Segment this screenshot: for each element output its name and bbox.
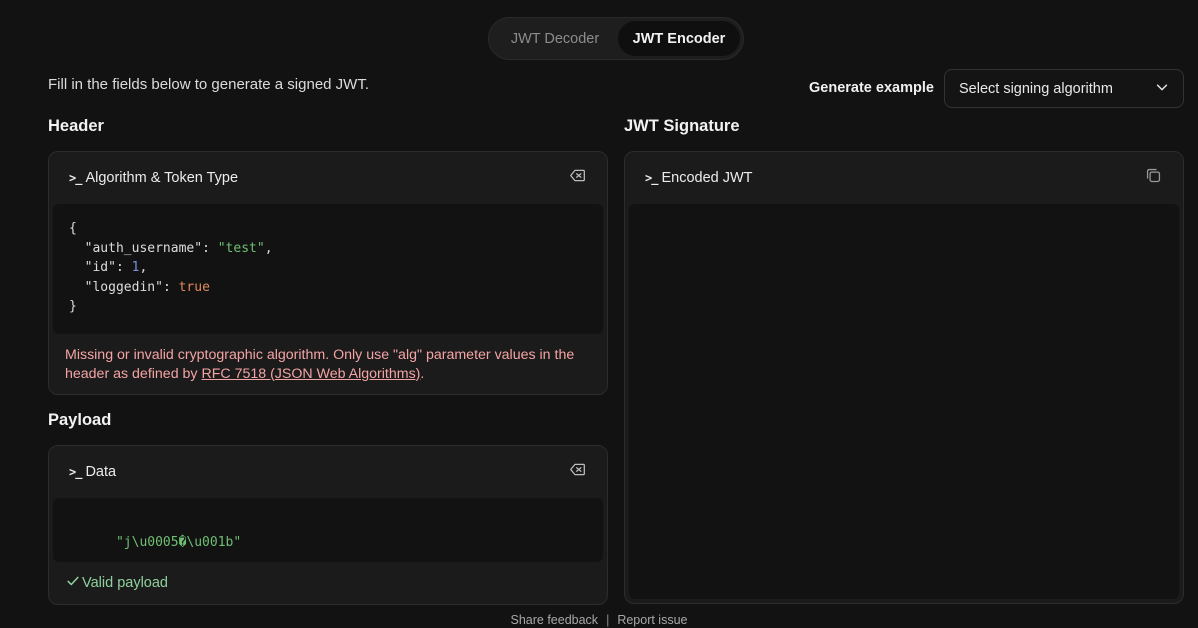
clear-header-button[interactable]: [567, 168, 587, 188]
header-section-title: Header: [48, 117, 104, 135]
payload-panel-head: >_ Data: [49, 446, 607, 498]
header-panel: >_ Algorithm & Token Type { "auth_userna…: [48, 151, 608, 395]
code-value: "test": [217, 240, 265, 256]
header-error-suffix: .: [420, 365, 425, 382]
check-icon: [66, 574, 80, 592]
copy-icon: [1145, 167, 1162, 189]
payload-status-text: Valid payload: [82, 575, 168, 591]
generate-example-label: Generate example: [809, 80, 934, 96]
signature-panel-label: Encoded JWT: [661, 170, 753, 186]
header-json-editor[interactable]: { "auth_username": "test", "id": 1, "log…: [53, 204, 603, 334]
tab-jwt-decoder[interactable]: JWT Decoder: [492, 21, 618, 56]
footer: Share feedback | Report issue: [0, 613, 1198, 627]
payload-editor[interactable]: "j\u0005�\u001b": [53, 498, 603, 562]
code-line: "id": 1,: [84, 260, 148, 276]
rfc-7518-link[interactable]: RFC 7518 (JSON Web Algorithms): [201, 366, 420, 382]
header-panel-head: >_ Algorithm & Token Type: [49, 152, 607, 204]
payload-status: Valid payload: [66, 574, 168, 592]
code-value: 1: [131, 260, 140, 276]
code-key: "loggedin": [84, 279, 163, 295]
payload-code: "j\u0005�\u001b": [115, 534, 242, 550]
payload-section-title: Payload: [48, 411, 112, 429]
payload-panel-label: Data: [85, 464, 117, 480]
intro-text: Fill in the fields below to generate a s…: [48, 76, 369, 93]
payload-panel: >_ Data "j\u0005�\u001b" Valid payload: [48, 445, 608, 605]
encoded-jwt-output[interactable]: [629, 204, 1179, 599]
header-error-message: Missing or invalid cryptographic algorit…: [65, 346, 587, 383]
code-key: "id": [84, 260, 116, 276]
header-panel-label: Algorithm & Token Type: [85, 170, 239, 186]
mode-toggle: JWT Decoder JWT Encoder: [488, 17, 744, 60]
jwt-encoder-page: JWT Decoder JWT Encoder Fill in the fiel…: [0, 0, 1198, 628]
code-value: true: [178, 279, 210, 295]
code-brace: }: [69, 299, 77, 315]
copy-jwt-button[interactable]: [1143, 168, 1163, 188]
chevron-down-icon: [1155, 80, 1169, 98]
signing-algorithm-select[interactable]: Select signing algorithm: [944, 69, 1184, 108]
tab-jwt-encoder[interactable]: JWT Encoder: [618, 21, 740, 56]
terminal-prompt-icon: >_: [645, 171, 658, 185]
signature-panel: >_ Encoded JWT: [624, 151, 1184, 604]
backspace-icon: [569, 461, 586, 483]
code-line: }: [69, 297, 587, 317]
signature-panel-head: >_ Encoded JWT: [625, 152, 1183, 204]
signature-section-title: JWT Signature: [624, 117, 740, 135]
code-key: "auth_username": [84, 240, 203, 256]
clear-payload-button[interactable]: [567, 462, 587, 482]
terminal-prompt-icon: >_: [69, 171, 82, 185]
code-line: {: [69, 219, 587, 239]
code-brace: {: [69, 221, 77, 236]
backspace-icon: [569, 167, 586, 189]
code-line: "loggedin": true: [84, 279, 210, 295]
share-feedback-link[interactable]: Share feedback: [511, 613, 599, 627]
code-line: "auth_username": "test",: [84, 240, 273, 256]
terminal-prompt-icon: >_: [69, 465, 82, 479]
footer-separator: |: [606, 613, 610, 627]
signing-algorithm-value: Select signing algorithm: [959, 80, 1113, 97]
report-issue-link[interactable]: Report issue: [617, 613, 687, 627]
